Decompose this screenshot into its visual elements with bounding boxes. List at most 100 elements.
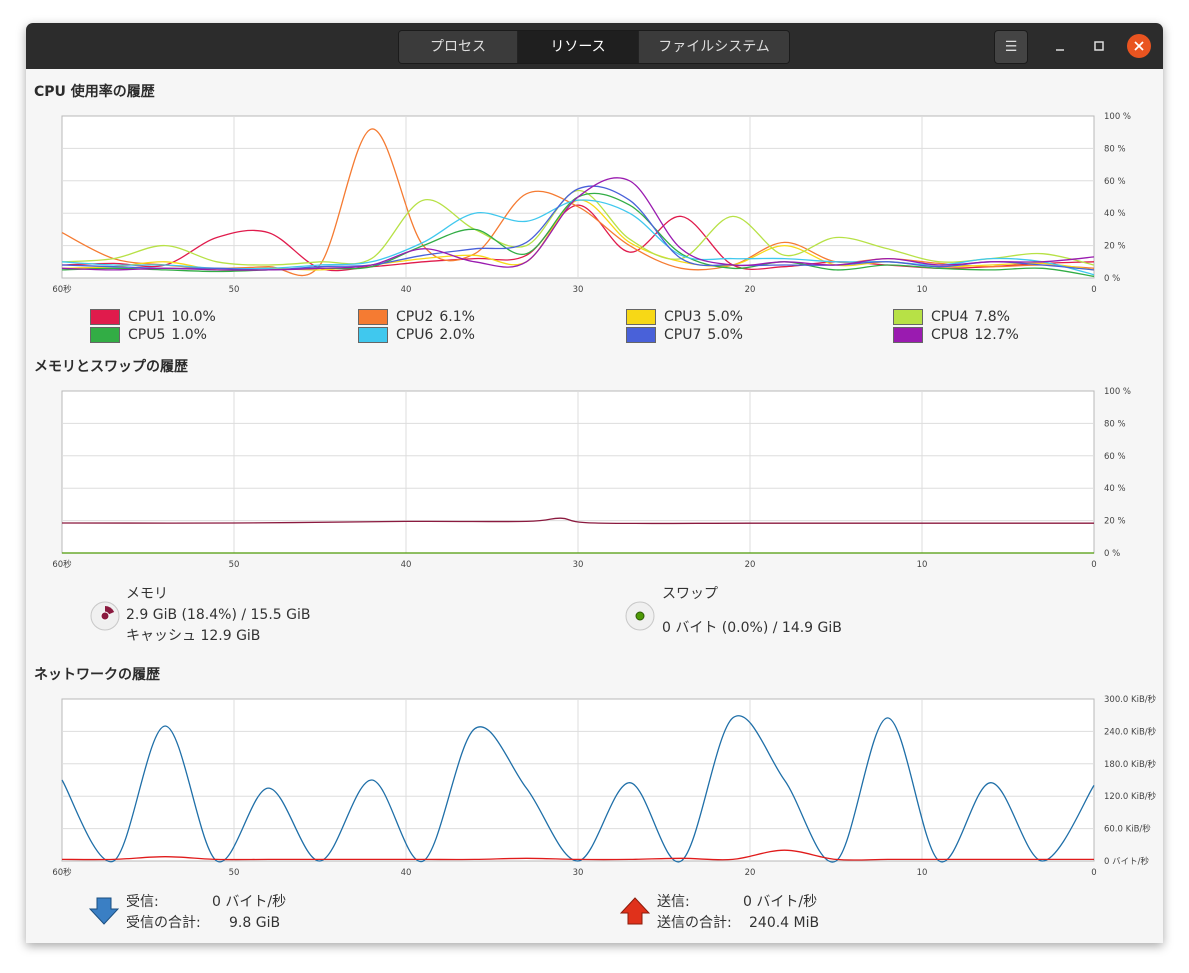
minimize-glyph [1056,49,1064,51]
network-x-tick-label: 50 [229,868,240,878]
cpu-color-swatch[interactable] [90,327,120,343]
cpu-color-swatch[interactable] [90,309,120,325]
cpu-legend-value: 5.0% [707,327,743,343]
network-x-tick-label: 60秒 [52,867,72,878]
cpu-x-tick-label: 60秒 [52,284,72,295]
cpu-legend-item[interactable]: CPU2 6.1% [358,309,475,325]
system-monitor-window: プロセス リソース ファイルシステム ☰ CPU 使用率の履歴 100 % 80 … [26,23,1163,943]
cpu-legend-item[interactable]: CPU7 5.0% [626,327,743,343]
cpu-legend-item[interactable]: CPU4 7.8% [893,309,1010,325]
cpu-x-tick-label: 0 [1091,285,1096,295]
memory-x-tick-label: 40 [401,560,412,570]
download-arrow-icon [89,897,119,925]
memory-x-tick-label: 20 [745,560,756,570]
cpu-color-swatch[interactable] [358,327,388,343]
memory-y-tick-label: 40 % [1104,484,1126,494]
memory-section-title: メモリとスワップの履歴 [34,359,188,375]
network-y-tick-label: 240.0 KiB/秒 [1104,726,1157,737]
network-section-title: ネットワークの履歴 [34,667,160,683]
cpu-legend-label: CPU1 [128,309,166,325]
upload-arrow-icon [620,897,650,925]
swap-usage-value: 0 バイト (0.0%) / 14.9 GiB [662,620,842,636]
network-x-tick-label: 30 [573,868,584,878]
network-x-tick-label: 10 [917,868,928,878]
tab-processes[interactable]: プロセス [399,31,518,63]
cpu-color-swatch[interactable] [358,309,388,325]
cpu-legend-value: 6.1% [439,309,475,325]
hamburger-menu-icon[interactable]: ☰ [994,30,1028,64]
memory-x-tick-label: 60秒 [52,559,72,570]
cpu-legend-item[interactable]: CPU3 5.0% [626,309,743,325]
cpu-y-tick-label: 80 % [1104,144,1126,154]
cpu-y-tick-label: 60 % [1104,177,1126,187]
cpu-legend-label: CPU4 [931,309,969,325]
memory-cache-value: キャッシュ 12.9 GiB [126,628,261,644]
maximize-icon[interactable] [1083,30,1115,62]
memory-y-tick-label: 80 % [1104,419,1126,429]
memory-y-tick-label: 20 % [1104,517,1126,527]
tab-resources[interactable]: リソース [518,31,639,63]
cpu-history-chart: 100 % 80 % 60 % 40 % 20 % 0 % 60秒 50 40 30 20 10 0 [52,112,1131,295]
network-y-tick-label: 120.0 KiB/秒 [1104,791,1157,802]
network-x-tick-label: 0 [1091,868,1096,878]
cpu-legend-value: 7.8% [974,309,1010,325]
memory-x-tick-label: 50 [229,560,240,570]
cpu-color-swatch[interactable] [626,327,656,343]
close-glyph [1134,41,1144,51]
memory-history-chart: 100 % 80 % 60 % 40 % 20 % 0 % 60秒 50 40 30 20 10 0 [52,387,1131,570]
network-history-chart: 300.0 KiB/秒 240.0 KiB/秒 180.0 KiB/秒 120.0 K… [52,694,1157,878]
send-total-value: 240.4 MiB [749,915,820,931]
memory-label: メモリ [126,586,168,602]
cpu-legend-item[interactable]: CPU8 12.7% [893,327,1019,343]
cpu-x-tick-label: 20 [745,285,756,295]
cpu-legend-item[interactable]: CPU5 1.0% [90,327,207,343]
send-total-label: 送信の合計: [657,915,732,931]
tab-filesystems[interactable]: ファイルシステム [639,31,789,63]
cpu-color-swatch[interactable] [893,327,923,343]
receive-total-label: 受信の合計: [126,915,201,931]
cpu-x-tick-label: 50 [229,285,240,295]
minimize-icon[interactable] [1044,30,1076,62]
view-switcher: プロセス リソース ファイルシステム [398,30,790,64]
cpu-legend-value: 10.0% [171,309,216,325]
cpu-color-swatch[interactable] [893,309,923,325]
memory-info: メモリ 2.9 GiB (18.4%) / 15.5 GiB キャッシュ 12.… [126,584,311,647]
memory-y-tick-label: 60 % [1104,452,1126,462]
memory-y-tick-label: 0 % [1104,549,1120,559]
cpu-legend-item[interactable]: CPU6 2.0% [358,327,475,343]
network-x-tick-label: 40 [401,868,412,878]
swap-label: スワップ [662,586,718,602]
cpu-legend-label: CPU2 [396,309,434,325]
memory-x-tick-label: 30 [573,560,584,570]
send-info: 送信: 0 バイト/秒 送信の合計: 240.4 MiB [657,892,819,934]
network-y-tick-label: 60.0 KiB/秒 [1104,824,1151,835]
cpu-legend-item[interactable]: CPU1 10.0% [90,309,216,325]
cpu-legend-value: 12.7% [974,327,1019,343]
receive-rate-value: 0 バイト/秒 [212,894,287,910]
cpu-y-tick-label: 20 % [1104,242,1126,252]
cpu-y-tick-label: 100 % [1104,112,1131,122]
cpu-color-swatch[interactable] [626,309,656,325]
cpu-y-tick-label: 0 % [1104,274,1120,284]
memory-pie-center [100,611,110,621]
cpu-legend-label: CPU3 [664,309,702,325]
network-x-tick-label: 20 [745,868,756,878]
memory-x-tick-label: 10 [917,560,928,570]
receive-label: 受信: [126,894,159,910]
cpu-legend-label: CPU8 [931,327,969,343]
memory-pie-icon [90,601,120,631]
cpu-x-tick-label: 30 [573,285,584,295]
swap-pie-center [635,611,645,621]
cpu-y-tick-label: 40 % [1104,209,1126,219]
memory-usage-value: 2.9 GiB (18.4%) / 15.5 GiB [126,607,311,623]
network-y-tick-label: 0 バイト/秒 [1104,856,1149,867]
memory-y-tick-label: 100 % [1104,387,1131,397]
cpu-x-tick-label: 10 [917,285,928,295]
cpu-legend-label: CPU7 [664,327,702,343]
memory-x-tick-label: 0 [1091,560,1096,570]
cpu-x-tick-label: 40 [401,285,412,295]
send-label: 送信: [657,894,690,910]
close-icon[interactable] [1127,34,1151,58]
swap-pie-icon [625,601,655,631]
cpu-legend-label: CPU5 [128,327,166,343]
